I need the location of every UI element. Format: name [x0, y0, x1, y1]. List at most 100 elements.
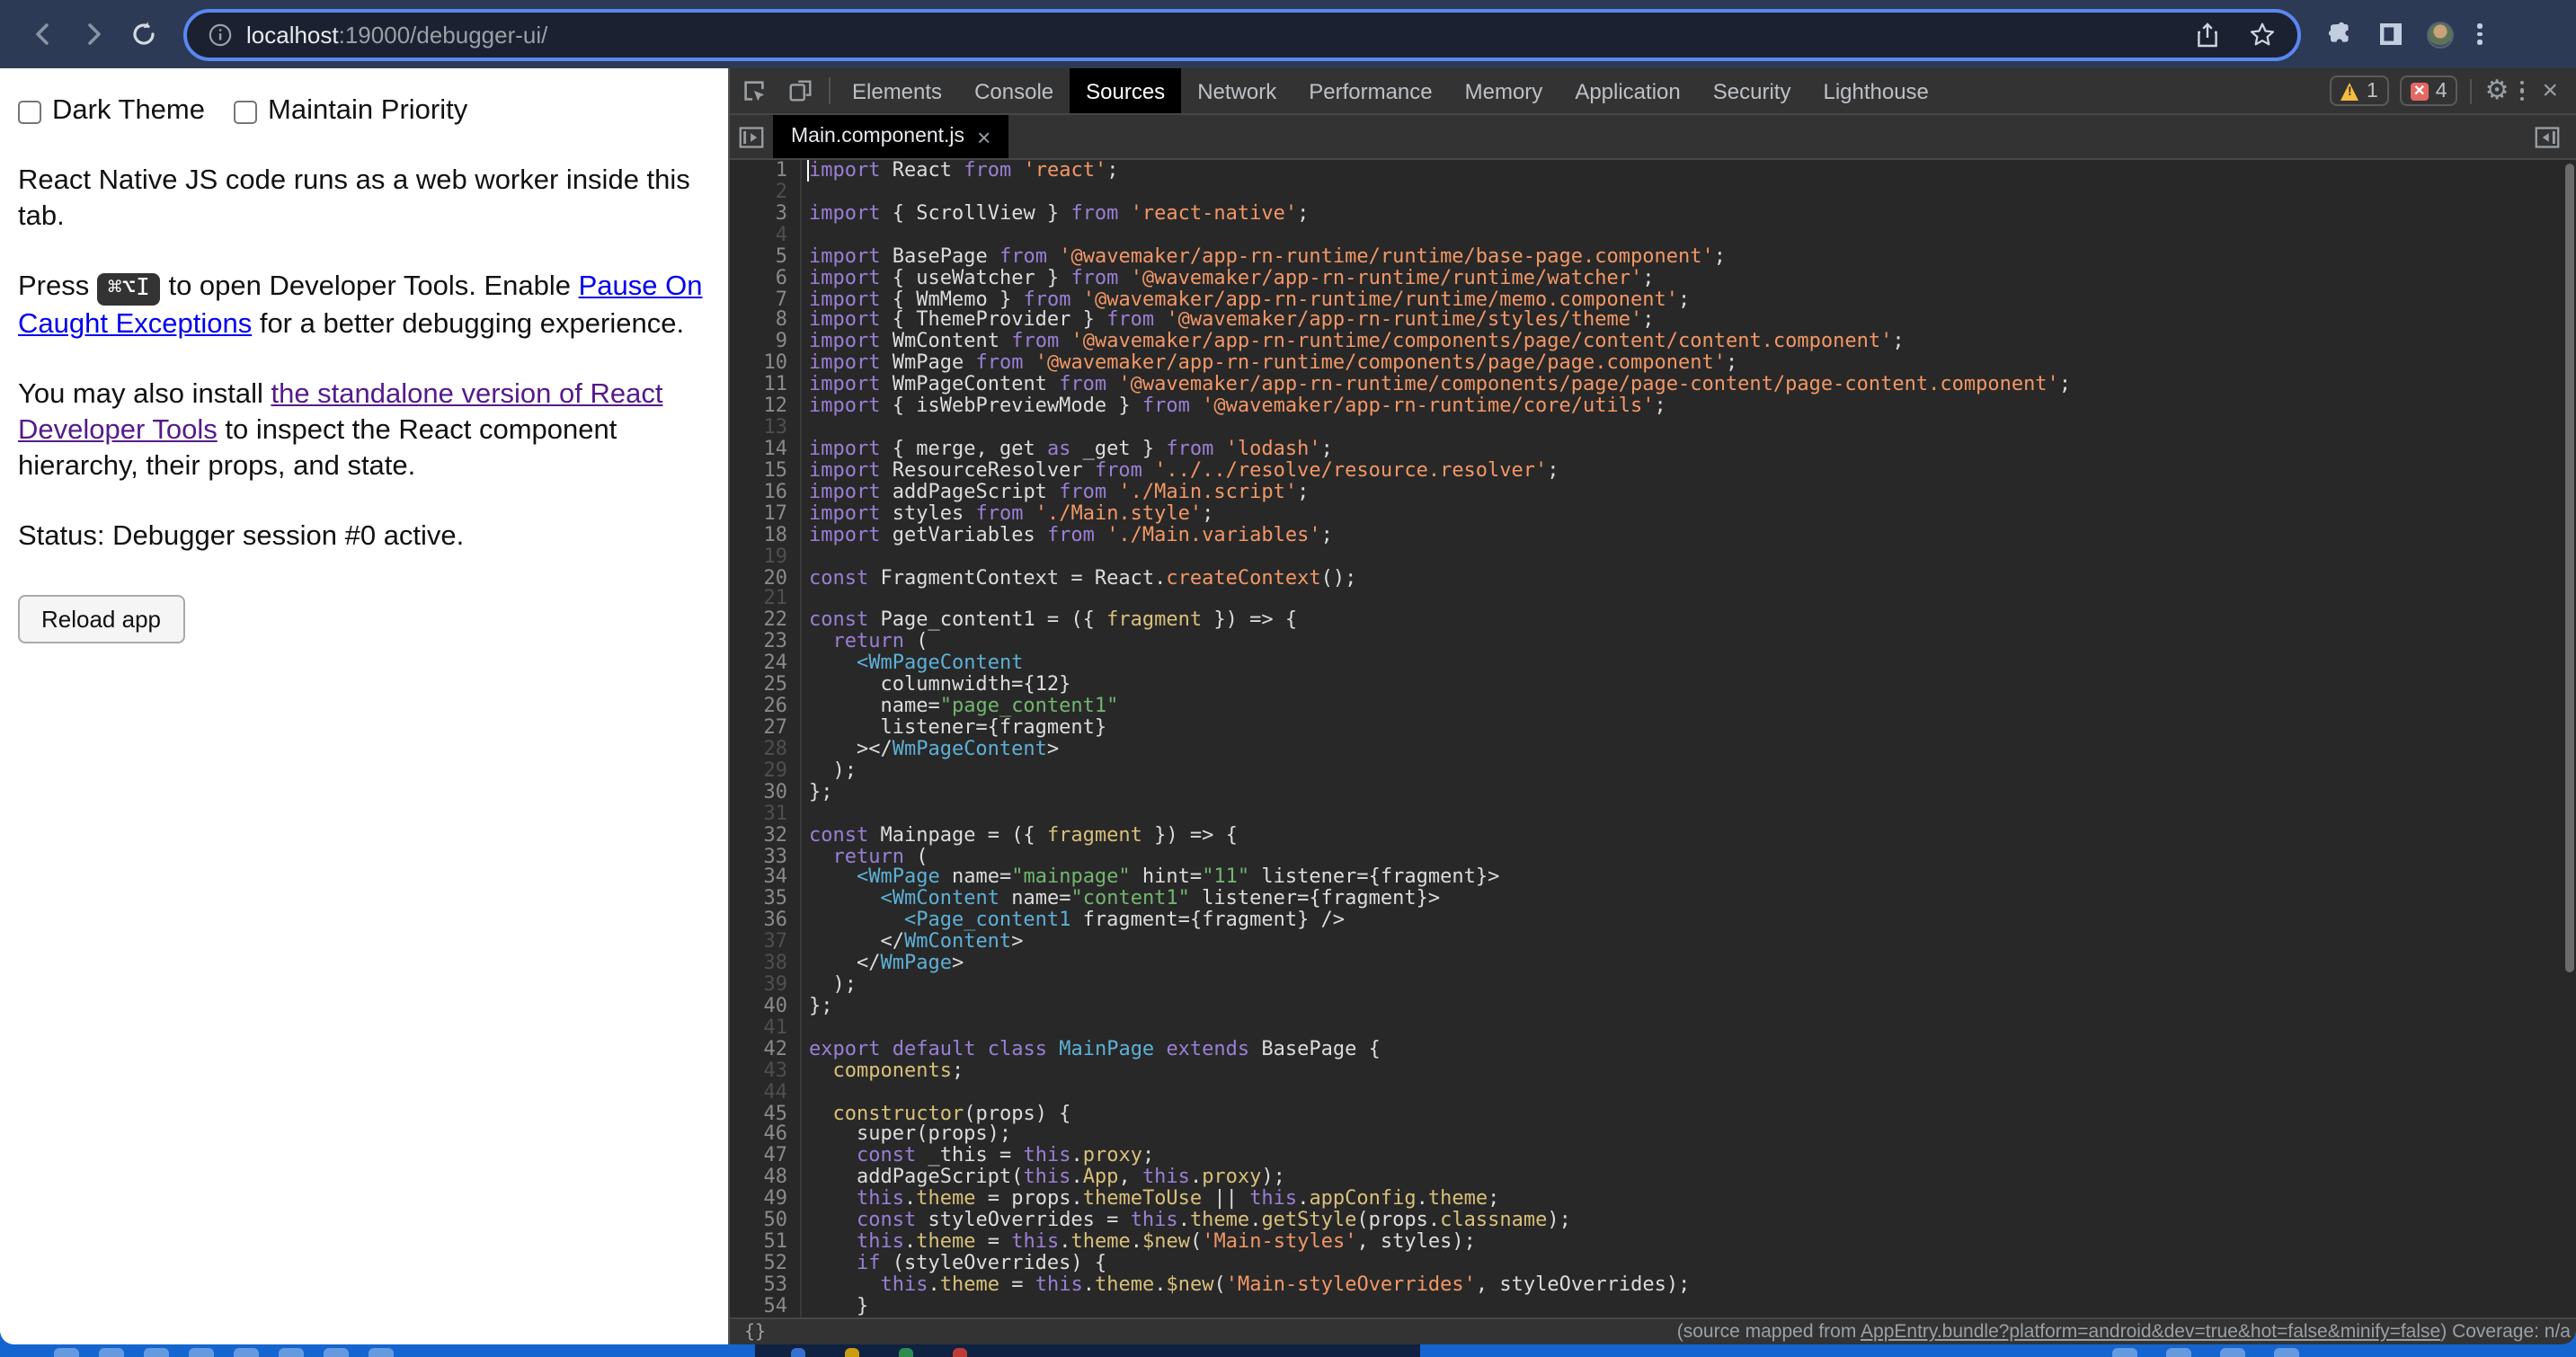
line-number[interactable]: 54 — [730, 1296, 802, 1317]
settings-gear-icon[interactable]: ⚙ — [2485, 77, 2509, 104]
line-number[interactable]: 21 — [730, 589, 802, 610]
line-number[interactable]: 14 — [730, 439, 802, 460]
line-number[interactable]: 30 — [730, 781, 802, 803]
code-line[interactable]: 6import { useWatcher } from '@wavemaker/… — [730, 267, 2576, 288]
line-number[interactable]: 43 — [730, 1060, 802, 1081]
code-line[interactable]: 16import addPageScript from './Main.scri… — [730, 482, 2576, 503]
code-line[interactable]: 12import { isWebPreviewMode } from '@wav… — [730, 395, 2576, 417]
code-line[interactable]: 14import { merge, get as _get } from 'lo… — [730, 439, 2576, 460]
code-line[interactable]: 9import WmContent from '@wavemaker/app-r… — [730, 332, 2576, 353]
code-line[interactable]: 5import BasePage from '@wavemaker/app-rn… — [730, 245, 2576, 267]
code-line[interactable]: 13 — [730, 417, 2576, 439]
code-line[interactable]: 18import getVariables from './Main.varia… — [730, 524, 2576, 545]
code-line[interactable]: 21 — [730, 589, 2576, 610]
code-line[interactable]: 46 super(props); — [730, 1124, 2576, 1146]
line-number[interactable]: 20 — [730, 567, 802, 589]
code-line[interactable]: 1import React from 'react'; — [730, 160, 2576, 182]
line-number[interactable]: 51 — [730, 1231, 802, 1253]
code-line[interactable]: 26 name="page_content1" — [730, 696, 2576, 717]
source-editor[interactable]: 1import React from 'react';23import { Sc… — [730, 160, 2576, 1317]
code-line[interactable]: 4 — [730, 225, 2576, 246]
line-number[interactable]: 49 — [730, 1189, 802, 1211]
code-line[interactable]: 28 ></WmPageContent> — [730, 739, 2576, 760]
line-number[interactable]: 42 — [730, 1039, 802, 1060]
reload-app-button[interactable]: Reload app — [18, 595, 184, 643]
devtools-menu-icon[interactable] — [2519, 81, 2524, 102]
line-number[interactable]: 22 — [730, 610, 802, 632]
code-line[interactable]: 27 listener={fragment} — [730, 717, 2576, 739]
code-line[interactable]: 51 this.theme = this.theme.$new('Main-st… — [730, 1231, 2576, 1253]
devtools-close-icon[interactable]: × — [2535, 75, 2565, 106]
code-line[interactable]: 3import { ScrollView } from 'react-nativ… — [730, 203, 2576, 225]
line-number[interactable]: 3 — [730, 203, 802, 225]
code-line[interactable]: 39 ); — [730, 974, 2576, 996]
device-toolbar-icon[interactable] — [777, 68, 823, 113]
code-line[interactable]: 42export default class MainPage extends … — [730, 1039, 2576, 1060]
line-number[interactable]: 34 — [730, 867, 802, 889]
code-line[interactable]: 43 components; — [730, 1060, 2576, 1081]
code-line[interactable]: 2 — [730, 182, 2576, 203]
code-line[interactable]: 23 return ( — [730, 632, 2576, 653]
line-number[interactable]: 19 — [730, 545, 802, 567]
tab-sources[interactable]: Sources — [1070, 68, 1181, 113]
line-number[interactable]: 37 — [730, 931, 802, 953]
code-line[interactable]: 25 columnwidth={12} — [730, 674, 2576, 696]
code-line[interactable]: 48 addPageScript(this.App, this.proxy); — [730, 1167, 2576, 1189]
line-number[interactable]: 1 — [730, 160, 802, 182]
line-number[interactable]: 40 — [730, 996, 802, 1017]
line-number[interactable]: 48 — [730, 1167, 802, 1189]
line-number[interactable]: 25 — [730, 674, 802, 696]
code-line[interactable]: 52 if (styleOverrides) { — [730, 1253, 2576, 1274]
line-number[interactable]: 2 — [730, 182, 802, 203]
editor-scrollbar[interactable] — [2565, 164, 2574, 972]
code-line[interactable]: 29 ); — [730, 760, 2576, 782]
tab-security[interactable]: Security — [1697, 68, 1808, 113]
code-line[interactable]: 40}; — [730, 996, 2576, 1017]
line-number[interactable]: 16 — [730, 482, 802, 503]
line-number[interactable]: 53 — [730, 1274, 802, 1296]
line-number[interactable]: 35 — [730, 889, 802, 910]
code-line[interactable]: 45 constructor(props) { — [730, 1103, 2576, 1124]
code-line[interactable]: 47 const _this = this.proxy; — [730, 1146, 2576, 1167]
code-line[interactable]: 37 </WmContent> — [730, 931, 2576, 953]
dark-theme-checkbox[interactable] — [18, 100, 41, 123]
code-line[interactable]: 31 — [730, 803, 2576, 824]
file-tab-close-icon[interactable]: × — [977, 123, 990, 150]
code-line[interactable]: 50 const styleOverrides = this.theme.get… — [730, 1210, 2576, 1231]
line-number[interactable]: 15 — [730, 460, 802, 482]
file-tab-main-component[interactable]: Main.component.js × — [773, 115, 1008, 158]
code-line[interactable]: 30}; — [730, 781, 2576, 803]
line-number[interactable]: 17 — [730, 503, 802, 525]
back-button[interactable] — [18, 9, 68, 59]
line-number[interactable]: 32 — [730, 824, 802, 846]
url-bar[interactable]: localhost:19000/debugger-ui/ — [183, 8, 2301, 60]
code-line[interactable]: 32const Mainpage = ({ fragment }) => { — [730, 824, 2576, 846]
line-number[interactable]: 13 — [730, 417, 802, 439]
tab-network[interactable]: Network — [1181, 68, 1292, 113]
line-number[interactable]: 6 — [730, 267, 802, 288]
line-number[interactable]: 27 — [730, 717, 802, 739]
code-line[interactable]: 35 <WmContent name="content1" listener={… — [730, 889, 2576, 910]
pretty-print-icon[interactable]: {} — [744, 1322, 766, 1342]
code-line[interactable]: 24 <WmPageContent — [730, 652, 2576, 674]
line-number[interactable]: 36 — [730, 910, 802, 932]
code-line[interactable]: 7import { WmMemo } from '@wavemaker/app-… — [730, 288, 2576, 310]
line-number[interactable]: 47 — [730, 1146, 802, 1167]
line-number[interactable]: 11 — [730, 374, 802, 395]
code-line[interactable]: 10import WmPage from '@wavemaker/app-rn-… — [730, 353, 2576, 375]
line-number[interactable]: 7 — [730, 288, 802, 310]
line-number[interactable]: 28 — [730, 739, 802, 760]
line-number[interactable]: 39 — [730, 974, 802, 996]
code-line[interactable]: 34 <WmPage name="mainpage" hint="11" lis… — [730, 867, 2576, 889]
code-line[interactable]: 38 </WmPage> — [730, 953, 2576, 974]
line-number[interactable]: 38 — [730, 953, 802, 974]
code-line[interactable]: 53 this.theme = this.theme.$new('Main-st… — [730, 1274, 2576, 1296]
line-number[interactable]: 24 — [730, 652, 802, 674]
line-number[interactable]: 45 — [730, 1103, 802, 1124]
line-number[interactable]: 52 — [730, 1253, 802, 1274]
bookmark-star-icon[interactable] — [2249, 21, 2276, 48]
code-line[interactable]: 8import { ThemeProvider } from '@wavemak… — [730, 310, 2576, 332]
line-number[interactable]: 23 — [730, 632, 802, 653]
chrome-menu-icon[interactable] — [2477, 24, 2482, 45]
code-line[interactable]: 15import ResourceResolver from '../../re… — [730, 460, 2576, 482]
